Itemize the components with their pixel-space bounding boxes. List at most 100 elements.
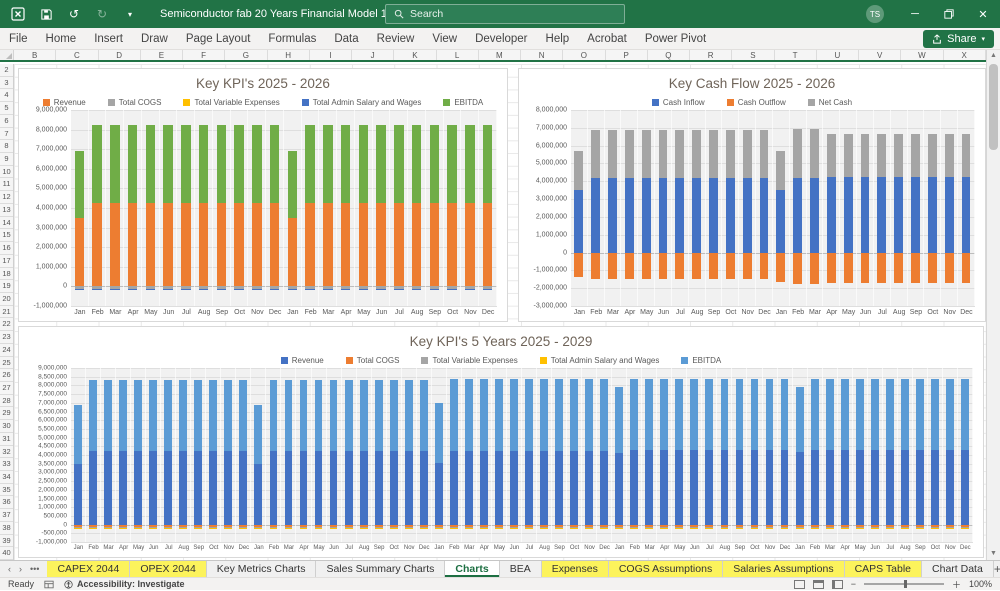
bar-segment-revenue[interactable]	[796, 452, 804, 524]
bar-segment-total-admin-salary-and-wages[interactable]	[209, 528, 217, 529]
column-header-I[interactable]: I	[310, 50, 352, 60]
row-header-29[interactable]: 29	[0, 407, 13, 420]
bar-segment-ebitda[interactable]	[525, 379, 533, 450]
bar-segment-revenue[interactable]	[430, 203, 439, 286]
bar-segment-ebitda[interactable]	[961, 379, 969, 449]
ribbon-tab-draw[interactable]: Draw	[132, 28, 177, 50]
bar-segment-net-cash[interactable]	[642, 130, 651, 178]
bar-segment-cash-inflow[interactable]	[945, 177, 954, 253]
bar-segment-total-admin-salary-and-wages[interactable]	[811, 528, 819, 529]
bar-segment-revenue[interactable]	[375, 451, 383, 525]
accessibility-status[interactable]: Accessibility: Investigate	[64, 579, 185, 589]
bar-segment-cash-outflow[interactable]	[861, 253, 870, 283]
bar-segment-cash-outflow[interactable]	[591, 253, 600, 280]
bar-segment-revenue[interactable]	[585, 451, 593, 525]
bar-segment-revenue[interactable]	[751, 450, 759, 525]
row-header-26[interactable]: 26	[0, 369, 13, 382]
bar-segment-ebitda[interactable]	[375, 380, 383, 450]
bar-segment-revenue[interactable]	[721, 450, 729, 525]
bar-segment-revenue[interactable]	[483, 203, 492, 286]
bar-segment-total-admin-salary-and-wages[interactable]	[110, 289, 119, 290]
bar-segment-total-admin-salary-and-wages[interactable]	[675, 528, 683, 529]
bar-segment-ebitda[interactable]	[234, 125, 243, 203]
bar-segment-total-admin-salary-and-wages[interactable]	[330, 528, 338, 529]
bar-segment-revenue[interactable]	[345, 451, 353, 525]
bar-segment-total-admin-salary-and-wages[interactable]	[751, 528, 759, 529]
bar-segment-ebitda[interactable]	[736, 379, 744, 449]
bar-segment-cash-inflow[interactable]	[659, 178, 668, 253]
bar-segment-ebitda[interactable]	[390, 380, 398, 450]
macro-record-icon[interactable]	[44, 580, 54, 589]
bar-segment-revenue[interactable]	[781, 450, 789, 525]
bar-segment-total-admin-salary-and-wages[interactable]	[199, 289, 208, 290]
bar-segment-cash-inflow[interactable]	[591, 178, 600, 253]
bar-segment-revenue[interactable]	[285, 451, 293, 525]
column-header-V[interactable]: V	[859, 50, 901, 60]
bar-segment-total-admin-salary-and-wages[interactable]	[435, 528, 443, 529]
bar-segment-revenue[interactable]	[376, 203, 385, 286]
bar-segment-ebitda[interactable]	[841, 379, 849, 449]
bar-segment-total-admin-salary-and-wages[interactable]	[430, 289, 439, 290]
bar-segment-total-admin-salary-and-wages[interactable]	[181, 289, 190, 290]
bar-segment-revenue[interactable]	[134, 451, 142, 525]
sheet-grid[interactable]: Key KPI's 2025 - 2026RevenueTotal COGSTo…	[14, 64, 986, 560]
bar-segment-total-admin-salary-and-wages[interactable]	[359, 289, 368, 290]
bar-segment-ebitda[interactable]	[886, 379, 894, 449]
column-header-J[interactable]: J	[352, 50, 394, 60]
restore-icon[interactable]	[932, 0, 966, 28]
bar-segment-cash-inflow[interactable]	[675, 178, 684, 253]
sheet-tab-salaries-assumptions[interactable]: Salaries Assumptions	[723, 561, 844, 577]
bar-segment-revenue[interactable]	[163, 203, 172, 286]
bar-segment-total-admin-salary-and-wages[interactable]	[645, 528, 653, 529]
bar-segment-cash-outflow[interactable]	[692, 253, 701, 280]
row-header-21[interactable]: 21	[0, 306, 13, 319]
bar-segment-revenue[interactable]	[736, 450, 744, 525]
row-header-40[interactable]: 40	[0, 547, 13, 560]
bar-segment-total-admin-salary-and-wages[interactable]	[465, 528, 473, 529]
bar-segment-revenue[interactable]	[164, 451, 172, 525]
bar-segment-net-cash[interactable]	[793, 129, 802, 178]
row-header-19[interactable]: 19	[0, 280, 13, 293]
bar-segment-total-admin-salary-and-wages[interactable]	[826, 528, 834, 529]
row-header-39[interactable]: 39	[0, 535, 13, 548]
bar-segment-revenue[interactable]	[323, 203, 332, 286]
bar-segment-total-admin-salary-and-wages[interactable]	[163, 289, 172, 290]
bar-segment-total-admin-salary-and-wages[interactable]	[736, 528, 744, 529]
sheet-tab-bea[interactable]: BEA	[500, 561, 542, 577]
row-header-3[interactable]: 3	[0, 77, 13, 90]
column-header-B[interactable]: B	[14, 50, 56, 60]
bar-segment-cash-outflow[interactable]	[928, 253, 937, 283]
ribbon-tab-view[interactable]: View	[423, 28, 466, 50]
bar-segment-cash-inflow[interactable]	[928, 177, 937, 253]
bar-segment-total-admin-salary-and-wages[interactable]	[766, 528, 774, 529]
bar-segment-ebitda[interactable]	[305, 125, 314, 203]
bar-segment-total-admin-salary-and-wages[interactable]	[450, 528, 458, 529]
search-input[interactable]: Search	[385, 4, 625, 24]
bar-segment-ebitda[interactable]	[871, 379, 879, 449]
bar-segment-ebitda[interactable]	[323, 125, 332, 203]
row-header-2[interactable]: 2	[0, 64, 13, 77]
bar-segment-net-cash[interactable]	[928, 134, 937, 177]
bar-segment-total-admin-salary-and-wages[interactable]	[146, 289, 155, 290]
bar-segment-ebitda[interactable]	[705, 379, 713, 449]
redo-icon[interactable]: ↻	[94, 6, 110, 22]
bar-segment-total-admin-salary-and-wages[interactable]	[540, 528, 548, 529]
bar-segment-revenue[interactable]	[252, 203, 261, 286]
bar-segment-net-cash[interactable]	[659, 130, 668, 178]
bar-segment-net-cash[interactable]	[945, 134, 954, 177]
bar-segment-net-cash[interactable]	[675, 130, 684, 178]
bar-segment-ebitda[interactable]	[483, 125, 492, 203]
bar-segment-revenue[interactable]	[871, 450, 879, 525]
bar-segment-ebitda[interactable]	[405, 380, 413, 450]
bar-segment-ebitda[interactable]	[435, 403, 443, 463]
bar-segment-cash-inflow[interactable]	[709, 178, 718, 253]
bar-segment-revenue[interactable]	[394, 203, 403, 286]
bar-segment-revenue[interactable]	[209, 451, 217, 525]
bar-segment-ebitda[interactable]	[447, 125, 456, 203]
bar-segment-total-admin-salary-and-wages[interactable]	[495, 528, 503, 529]
view-page-layout-icon[interactable]	[813, 580, 824, 589]
ribbon-tab-developer[interactable]: Developer	[466, 28, 536, 50]
bar-segment-total-admin-salary-and-wages[interactable]	[901, 528, 909, 529]
bar-segment-revenue[interactable]	[705, 450, 713, 525]
bar-segment-total-admin-salary-and-wages[interactable]	[420, 528, 428, 529]
